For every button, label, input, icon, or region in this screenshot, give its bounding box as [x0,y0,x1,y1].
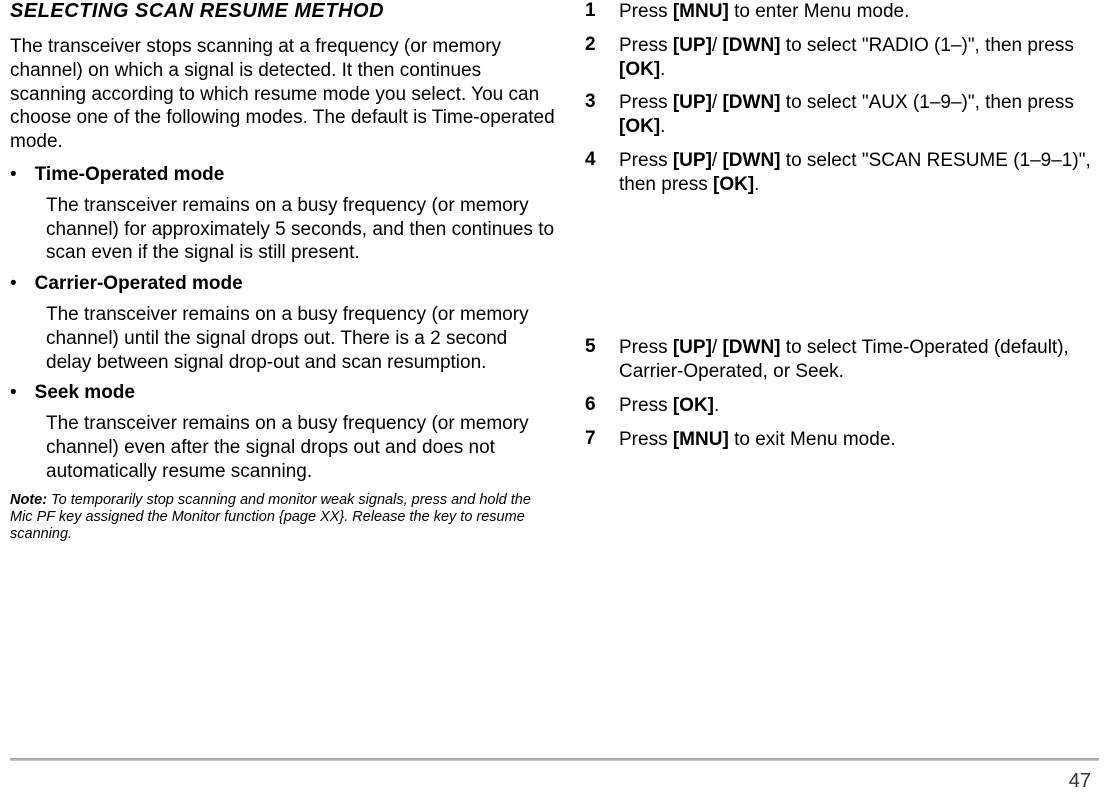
key-label: [DWN] [722,337,780,358]
mode-name: Carrier-Operated mode [35,273,243,295]
modes-list: • Time-Operated mode The transceiver remai… [10,164,555,484]
key-label: [OK] [713,174,754,195]
step-item: 2Press [UP]/ [DWN] to select "RADIO (1–)… [585,34,1099,82]
step-number: 7 [585,428,619,452]
mode-item: • Carrier-Operated mode The transceiver re… [10,273,555,374]
section-heading: SELECTING SCAN RESUME METHOD [10,0,555,23]
bullet-icon: • [10,164,17,186]
step-text: Press [UP]/ [DWN] to select "SCAN RESUME… [619,149,1099,197]
step-item: 7Press [MNU] to exit Menu mode. [585,428,1099,452]
page-number: 47 [1069,770,1091,793]
mode-name: Time-Operated mode [35,164,225,186]
step-text: Press [UP]/ [DWN] to select "AUX (1–9–)"… [619,91,1099,139]
step-gap [585,206,1099,336]
mode-description: The transceiver remains on a busy freque… [46,412,555,483]
key-label: [DWN] [722,35,780,56]
mode-item: • Seek mode The transceiver remains on a b… [10,382,555,483]
step-item: 1Press [MNU] to enter Menu mode. [585,0,1099,24]
step-item: 5Press [UP]/ [DWN] to select Time-Operat… [585,336,1099,384]
mode-header: • Carrier-Operated mode [10,273,555,295]
step-number: 3 [585,91,619,139]
key-label: [MNU] [673,1,729,22]
note-paragraph: Note: To temporarily stop scanning and m… [10,492,555,544]
note-label: Note: [10,492,47,508]
key-label: [OK] [673,395,714,416]
footer-divider [10,758,1099,761]
key-label: [MNU] [673,429,729,450]
mode-description: The transceiver remains on a busy freque… [46,194,555,265]
note-text: To temporarily stop scanning and monitor… [10,492,531,543]
step-text: Press [UP]/ [DWN] to select "RADIO (1–)"… [619,34,1099,82]
bullet-icon: • [10,273,17,295]
step-text: Press [MNU] to exit Menu mode. [619,428,896,452]
key-label: [OK] [619,116,660,137]
intro-paragraph: The transceiver stops scanning at a freq… [10,35,555,154]
right-column: 1Press [MNU] to enter Menu mode.2Press [… [585,0,1099,554]
step-text: Press [UP]/ [DWN] to select Time-Operate… [619,336,1099,384]
mode-header: • Seek mode [10,382,555,404]
steps-list: 1Press [MNU] to enter Menu mode.2Press [… [585,0,1099,451]
key-label: [UP] [673,92,712,113]
key-label: [UP] [673,35,712,56]
step-item: 6Press [OK]. [585,394,1099,418]
mode-name: Seek mode [35,382,135,404]
step-item: 4Press [UP]/ [DWN] to select "SCAN RESUM… [585,149,1099,197]
step-number: 6 [585,394,619,418]
step-number: 2 [585,34,619,82]
mode-description: The transceiver remains on a busy freque… [46,303,555,374]
key-label: [OK] [619,59,660,80]
step-item: 3Press [UP]/ [DWN] to select "AUX (1–9–)… [585,91,1099,139]
bullet-icon: • [10,382,17,404]
step-number: 5 [585,336,619,384]
mode-header: • Time-Operated mode [10,164,555,186]
key-label: [DWN] [722,92,780,113]
key-label: [UP] [673,337,712,358]
key-label: [DWN] [722,150,780,171]
mode-item: • Time-Operated mode The transceiver remai… [10,164,555,265]
step-text: Press [MNU] to enter Menu mode. [619,0,909,24]
step-number: 4 [585,149,619,197]
left-column: SELECTING SCAN RESUME METHOD The transce… [10,0,555,554]
step-text: Press [OK]. [619,394,719,418]
step-number: 1 [585,0,619,24]
key-label: [UP] [673,150,712,171]
